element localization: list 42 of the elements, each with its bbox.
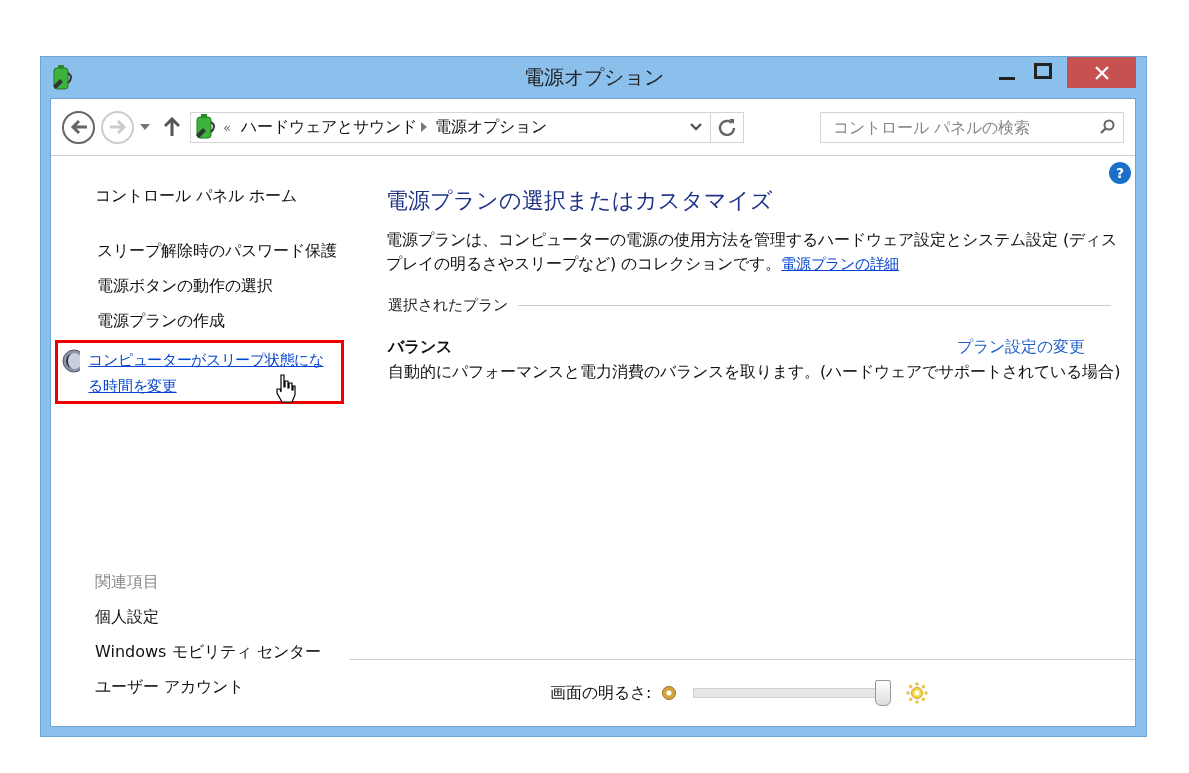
close-button[interactable]	[1067, 57, 1136, 88]
brightness-label: 画面の明るさ:	[550, 682, 652, 704]
related-heading: 関連項目	[94, 571, 160, 593]
back-button[interactable]	[62, 110, 95, 144]
maximize-icon	[1034, 63, 1052, 79]
help-button[interactable]: ?	[1109, 162, 1131, 184]
description: 電源プランは、コンピューターの電源の使用方法を管理するハードウェア設定とシステム設定 (ディスプレイの明るさやスリープなど) のコレクションです。電源プランの詳細	[386, 229, 1119, 275]
bright-sun-icon	[905, 681, 930, 705]
moon-icon	[62, 349, 81, 373]
back-arrow-icon	[69, 119, 88, 135]
forward-arrow-icon	[108, 119, 127, 135]
address-overflow[interactable]: «	[223, 119, 231, 135]
page-heading: 電源プランの選択またはカスタマイズ	[386, 187, 774, 215]
sidebar-link[interactable]: 電源ボタンの動作の選択	[97, 268, 273, 303]
section-label: 選択されたプラン	[388, 296, 508, 315]
power-options-icon	[50, 64, 74, 91]
brightness-slider[interactable]	[693, 680, 890, 706]
minimize-icon	[999, 76, 1015, 80]
dropdown-caret-icon[interactable]	[140, 124, 150, 130]
up-arrow-icon[interactable]	[164, 117, 180, 137]
breadcrumb[interactable]: ハードウェアとサウンド	[236, 116, 421, 138]
sidebar-link[interactable]: スリープ解除時のパスワード保護	[97, 233, 337, 268]
sidebar-link[interactable]: ユーザー アカウント	[55, 669, 350, 704]
power-plan-details-link[interactable]: 電源プランの詳細	[781, 256, 899, 272]
sidebar-link[interactable]: 個人設定	[55, 599, 350, 634]
window-title: 電源オプション	[522, 64, 665, 91]
search-field[interactable]: コントロール パネルの検索	[820, 111, 1124, 143]
control-panel-home-link[interactable]: コントロール パネル ホーム	[55, 178, 350, 213]
dim-sun-icon	[661, 685, 678, 701]
sidebar-link[interactable]: 電源プランの作成	[97, 303, 225, 338]
slider-thumb[interactable]	[875, 680, 892, 706]
change-plan-settings-link[interactable]: プラン設定の変更	[957, 337, 1085, 358]
power-options-icon	[193, 114, 217, 140]
sleep-settings-link[interactable]: コンピューターがスリープ状態になる時間を変更	[88, 347, 337, 399]
hand-cursor-icon	[276, 373, 296, 403]
sidebar-link[interactable]: Windows モビリティ センター	[55, 634, 350, 669]
search-icon	[1099, 119, 1115, 135]
plan-name: バランス	[388, 337, 452, 358]
close-icon	[1094, 65, 1109, 80]
breadcrumb[interactable]: 電源オプション	[430, 116, 551, 138]
plan-description: 自動的にパフォーマンスと電力消費のバランスを取ります。(ハードウェアでサポートされている場合)	[388, 362, 1121, 383]
breadcrumb-separator-icon	[420, 122, 427, 132]
